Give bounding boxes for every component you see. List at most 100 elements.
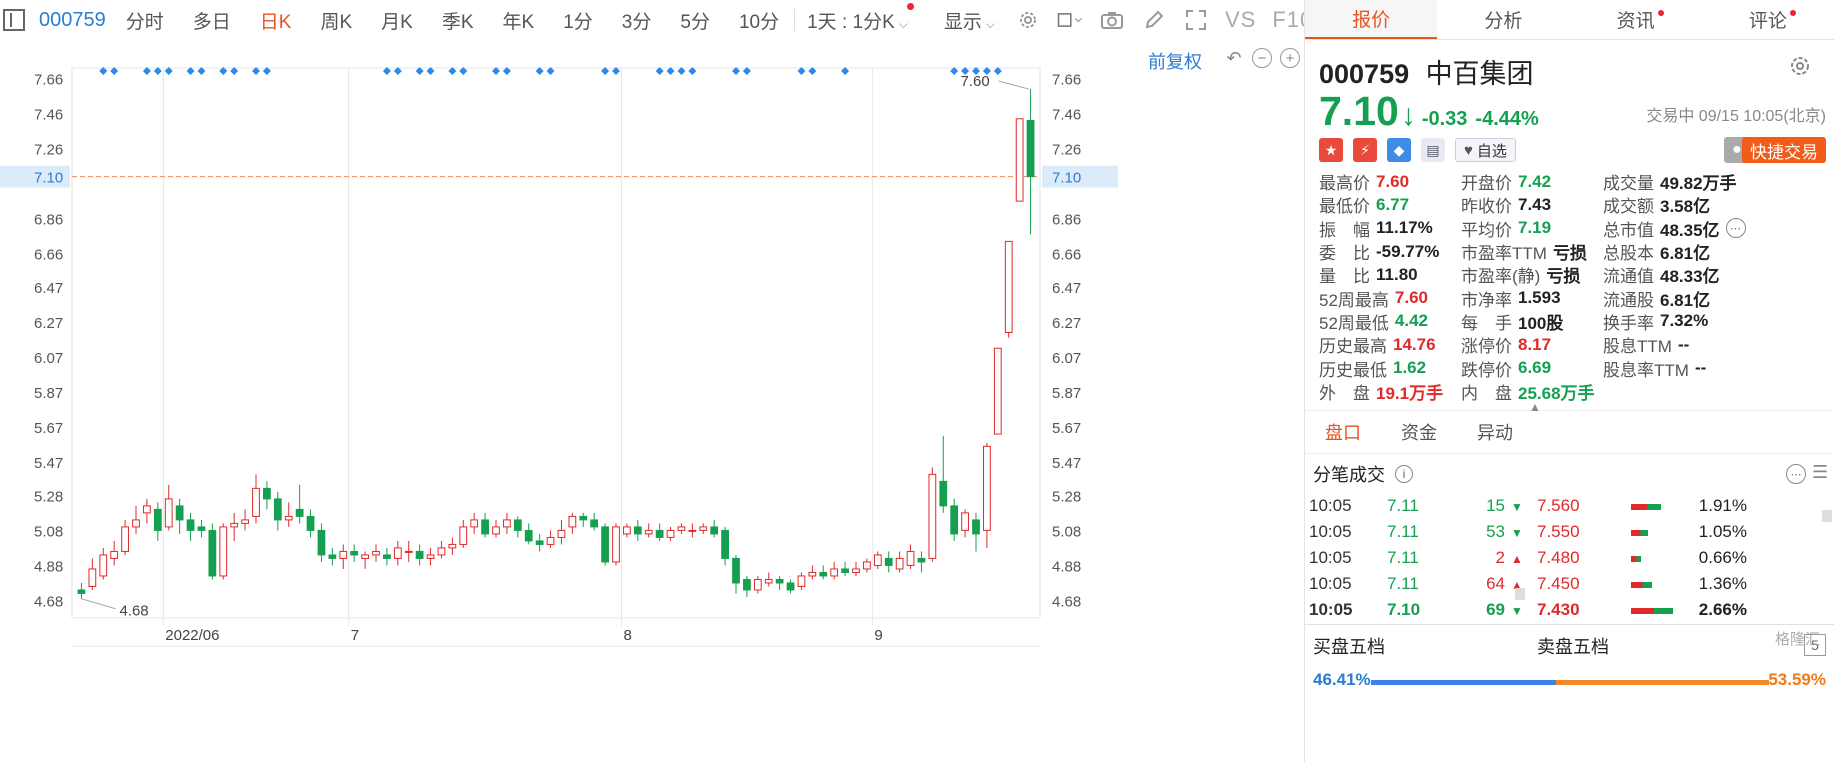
fullscreen-icon[interactable] (1183, 7, 1209, 33)
ticks-list[interactable]: 10:05 7.11 15 ▼ 7.560 1.91% 10:05 7.11 53 ▼ 7.550 1… (1305, 494, 1834, 624)
zoom-out-icon[interactable]: − (1252, 48, 1272, 68)
tab-comments[interactable]: 评论 (1702, 0, 1834, 39)
period-tab-week[interactable]: 周K (320, 7, 352, 34)
levels-scrollbar[interactable] (1822, 510, 1832, 522)
ticks-title: 分笔成交 (1313, 465, 1385, 485)
tick-row: 10:05 7.11 15 ▼ 7.560 1.91% (1305, 494, 1834, 520)
note-icon[interactable]: ▤ (1421, 138, 1445, 162)
candle-body (732, 557, 740, 584)
candle-body (393, 547, 402, 559)
chevron-up-icon[interactable]: ▲ (1529, 400, 1541, 414)
candle-body (961, 512, 969, 531)
more-icon[interactable]: ⋯ (1725, 218, 1746, 239)
reset-icon[interactable]: ↶ (1224, 48, 1244, 68)
gear-icon[interactable] (1788, 54, 1812, 78)
quote-row: 内 盘 25.68万手 (1461, 380, 1595, 403)
quote-label: 成交额 (1603, 197, 1654, 217)
period-tab-year[interactable]: 年K (503, 7, 535, 34)
lightning-icon[interactable]: ⚡ (1353, 138, 1377, 162)
candle-body (579, 515, 588, 521)
period-tab-3min[interactable]: 3分 (622, 7, 652, 34)
tab-news[interactable]: 资讯 (1570, 0, 1702, 39)
candle-body (808, 571, 817, 577)
candle-body (99, 554, 108, 577)
candle-body (132, 519, 140, 528)
candle-body (753, 578, 762, 591)
quote-row: 跌停价 6.69 (1461, 356, 1595, 380)
candle-body (633, 526, 642, 535)
quote-label: 总市值 (1603, 220, 1654, 240)
add-favorite-button[interactable]: ♥ 自选 (1455, 138, 1516, 162)
period-tab-5min[interactable]: 5分 (680, 7, 710, 34)
interval-select[interactable]: 1天 : 1分K ⌵ (807, 2, 914, 34)
quote-label: 最高价 (1319, 174, 1370, 194)
settings-gear-icon[interactable] (1015, 7, 1041, 33)
candle-body (568, 515, 577, 528)
candle-body (317, 529, 326, 556)
quote-value: 48.33亿 (1660, 267, 1720, 287)
compare-vs-button[interactable]: VS (1225, 7, 1256, 33)
current-price: 7.10 (1319, 88, 1399, 134)
camera-icon[interactable] (1099, 7, 1125, 33)
period-tab-timeshare[interactable]: 分时 (126, 7, 164, 34)
kline-chart-svg[interactable]: 7.66 7.66 7.46 7.46 7.26 7.26 7.10 7.10 6.86 6.86… (0, 40, 1304, 762)
quote-row: 流通股 6.81亿 (1603, 286, 1746, 310)
period-tab-quarter[interactable]: 季K (442, 7, 474, 34)
pencil-icon[interactable] (1141, 7, 1167, 33)
sell-levels-label[interactable]: 卖盘五档 (1537, 633, 1609, 659)
period-tab-multiday[interactable]: 多日 (193, 7, 231, 34)
menu-icon[interactable]: ☰ (1812, 462, 1830, 483)
quote-value: 7.43 (1518, 194, 1552, 214)
square-checkbox-icon[interactable] (1057, 7, 1083, 33)
tag-icon[interactable]: ◆ (1387, 138, 1411, 162)
kline-chart[interactable]: 7.66 7.66 7.46 7.46 7.26 7.26 7.10 7.10 6.86 6.86… (0, 40, 1304, 762)
subtab-funds[interactable]: 资金 (1401, 419, 1437, 445)
sidebar-toggle-icon[interactable] (3, 9, 25, 31)
level-price: 7.430 (1537, 600, 1580, 619)
tab-quote[interactable]: 报价 (1305, 0, 1438, 39)
ticks-scrollbar[interactable] (1515, 588, 1525, 600)
buy-levels-label[interactable]: 买盘五档 (1313, 633, 1385, 659)
y-tick-label-left: 4.88 (34, 558, 63, 575)
tab-quote-label: 报价 (1352, 10, 1391, 31)
info-icon[interactable]: i (1395, 465, 1413, 483)
period-tab-month[interactable]: 月K (381, 7, 413, 34)
quote-label: 市盈率(静) (1461, 267, 1541, 287)
tab-analysis[interactable]: 分析 (1437, 0, 1569, 39)
y-tick-label-right: 6.47 (1052, 280, 1081, 297)
y-tick-label-right: 5.67 (1052, 420, 1081, 437)
period-tab-day[interactable]: 日K (260, 7, 292, 34)
triangle-down-icon: ▼ (1511, 604, 1523, 618)
tick-row: 10:05 7.10 69 ▼ 7.430 2.66% (1305, 598, 1834, 624)
level-pct: 0.66% (1698, 548, 1747, 567)
quick-trade-button[interactable]: 快捷交易 (1742, 137, 1826, 163)
y-tick-label-right: 5.87 (1052, 385, 1081, 402)
chevron-down-icon: ⌵ (898, 16, 908, 31)
period-tab-10min[interactable]: 10分 (739, 7, 779, 34)
triangle-down-icon: ▼ (1511, 500, 1523, 514)
subtab-orderbook[interactable]: 盘口 (1325, 419, 1361, 445)
candle-body (601, 526, 609, 563)
notification-dot (1657, 10, 1664, 16)
quote-value: 48.35亿 (1660, 220, 1720, 240)
subtab-anomaly[interactable]: 异动 (1477, 419, 1513, 445)
period-tab-1min[interactable]: 1分 (563, 7, 593, 34)
quote-label: 52周最高 (1319, 290, 1389, 310)
heart-icon: ♥ (1464, 141, 1473, 159)
more-icon[interactable]: ⋯ (1786, 464, 1806, 484)
quote-label: 历史最高 (1319, 337, 1387, 357)
display-select[interactable]: 显示 ⌵ (944, 7, 995, 34)
toolbar-stock-code[interactable]: 000759 (39, 9, 106, 32)
quote-row: 市盈率TTM 亏损 (1461, 240, 1595, 263)
adjust-mode-button[interactable]: 前复权 (1148, 48, 1202, 74)
candle-body (666, 529, 675, 538)
quote-label: 52周最低 (1319, 313, 1389, 333)
quote-row: 总股本 6.81亿 (1603, 240, 1746, 263)
zoom-in-icon[interactable]: + (1280, 48, 1300, 68)
tick-price: 7.10 (1387, 600, 1421, 619)
china-flag-icon[interactable]: ★ (1319, 138, 1343, 162)
quote-label: 成交量 (1603, 174, 1654, 194)
candle-body (841, 568, 849, 573)
quote-row: 成交额 3.58亿 (1603, 193, 1746, 216)
level-price: 7.450 (1537, 574, 1580, 593)
